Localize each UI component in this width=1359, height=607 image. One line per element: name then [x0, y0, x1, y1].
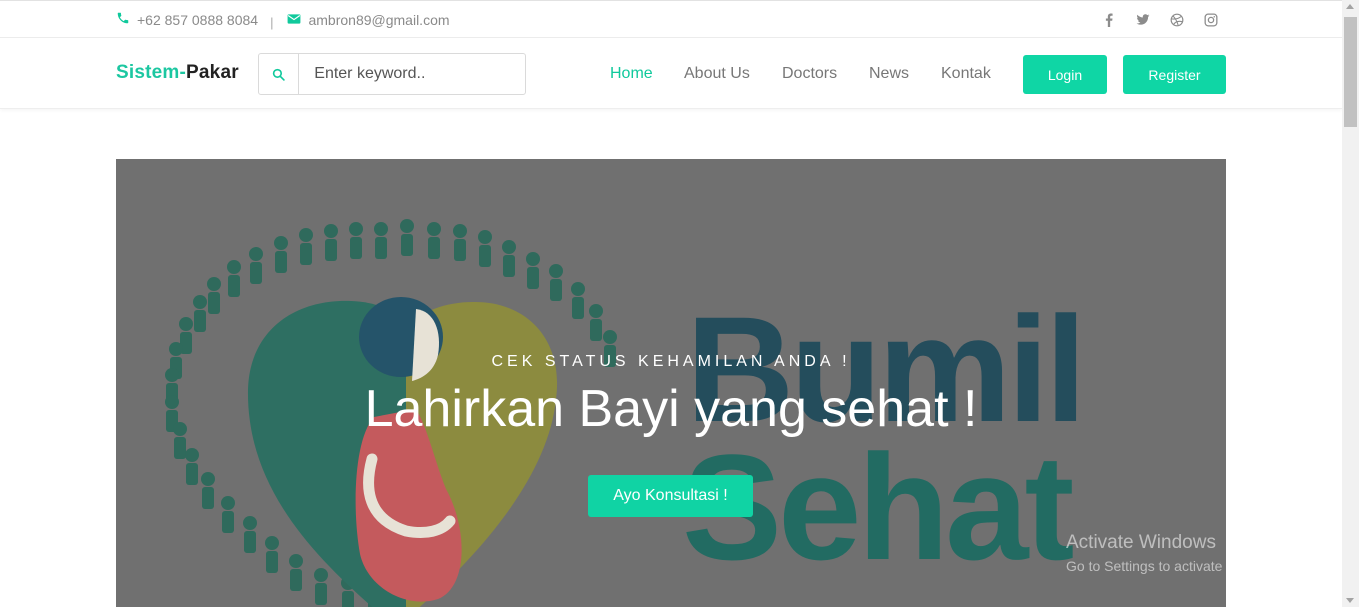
watermark-subtitle: Go to Settings to activate Windows.: [1066, 558, 1287, 574]
email-icon: [287, 12, 301, 28]
person-figure: [274, 236, 288, 273]
person-figure: [324, 224, 338, 261]
email-address: ambron89@gmail.com: [308, 11, 450, 28]
person-figure: [571, 282, 585, 319]
contact-separator: |: [270, 15, 274, 30]
facebook-icon[interactable]: [1100, 11, 1118, 29]
nav-news[interactable]: News: [869, 65, 909, 83]
consult-button[interactable]: Ayo Konsultasi !: [588, 475, 753, 517]
email-contact[interactable]: ambron89@gmail.com: [287, 11, 450, 28]
top-contact-bar: +62 857 0888 8084 | ambron89@gmail.com: [0, 0, 1342, 38]
nav-kontak[interactable]: Kontak: [941, 65, 991, 83]
person-figure: [314, 568, 328, 605]
watermark-title: Activate Windows: [1066, 532, 1216, 553]
social-links: [1100, 1, 1220, 38]
person-figure: [221, 496, 235, 533]
main-navbar: Sistem-Pakar Home About Us Doctors News …: [0, 38, 1342, 109]
person-figure: [526, 252, 540, 289]
person-figure: [185, 448, 199, 485]
person-figure: [243, 516, 257, 553]
dribbble-icon[interactable]: [1168, 11, 1186, 29]
person-figure: [589, 304, 603, 341]
search-input[interactable]: [299, 54, 525, 94]
person-figure: [427, 222, 441, 259]
brand-logo-part2: Pakar: [186, 62, 239, 83]
person-figure: [478, 230, 492, 267]
contact-info: +62 857 0888 8084 | ambron89@gmail.com: [116, 1, 450, 38]
person-figure: [502, 240, 516, 277]
hero-headline: Lahirkan Bayi yang sehat !: [364, 380, 978, 438]
nav-home[interactable]: Home: [610, 65, 653, 83]
person-figure: [349, 222, 363, 259]
phone-number: +62 857 0888 8084: [137, 11, 259, 28]
page-scrollbar[interactable]: [1342, 0, 1359, 607]
phone-icon: [116, 11, 130, 28]
person-figure: [193, 295, 207, 332]
person-figure: [289, 554, 303, 591]
scroll-down-icon[interactable]: [1346, 598, 1354, 603]
brand-logo-part1: Sistem-: [116, 62, 187, 83]
search-icon[interactable]: [259, 54, 300, 94]
person-figure: [207, 277, 221, 314]
scrollbar-thumb[interactable]: [1344, 17, 1357, 127]
person-figure: [453, 224, 467, 261]
login-button[interactable]: Login: [1023, 55, 1107, 94]
person-figure: [299, 228, 313, 265]
windows-activation-watermark: Activate Windows Go to Settings to activ…: [1066, 532, 1287, 574]
person-figure: [227, 260, 241, 297]
brand-logo[interactable]: Sistem-Pakar: [116, 62, 239, 84]
twitter-icon[interactable]: [1134, 11, 1152, 29]
scroll-up-icon[interactable]: [1346, 4, 1354, 9]
person-figure: [249, 247, 263, 284]
person-figure: [374, 222, 388, 259]
register-button[interactable]: Register: [1123, 55, 1226, 94]
hero-banner: Bumil Sehat CEK STATUS KEHAMILAN ANDA ! …: [116, 159, 1226, 607]
phone-contact[interactable]: +62 857 0888 8084: [116, 11, 258, 28]
search-box: [258, 53, 526, 95]
nav-about-us[interactable]: About Us: [684, 65, 750, 83]
instagram-icon[interactable]: [1202, 11, 1220, 29]
person-figure: [201, 472, 215, 509]
person-figure: [265, 536, 279, 573]
page: +62 857 0888 8084 | ambron89@gmail.com S…: [0, 0, 1342, 607]
nav-doctors[interactable]: Doctors: [782, 65, 837, 83]
person-figure: [400, 219, 414, 256]
person-figure: [549, 264, 563, 301]
hero-kicker: CEK STATUS KEHAMILAN ANDA !: [491, 353, 851, 370]
